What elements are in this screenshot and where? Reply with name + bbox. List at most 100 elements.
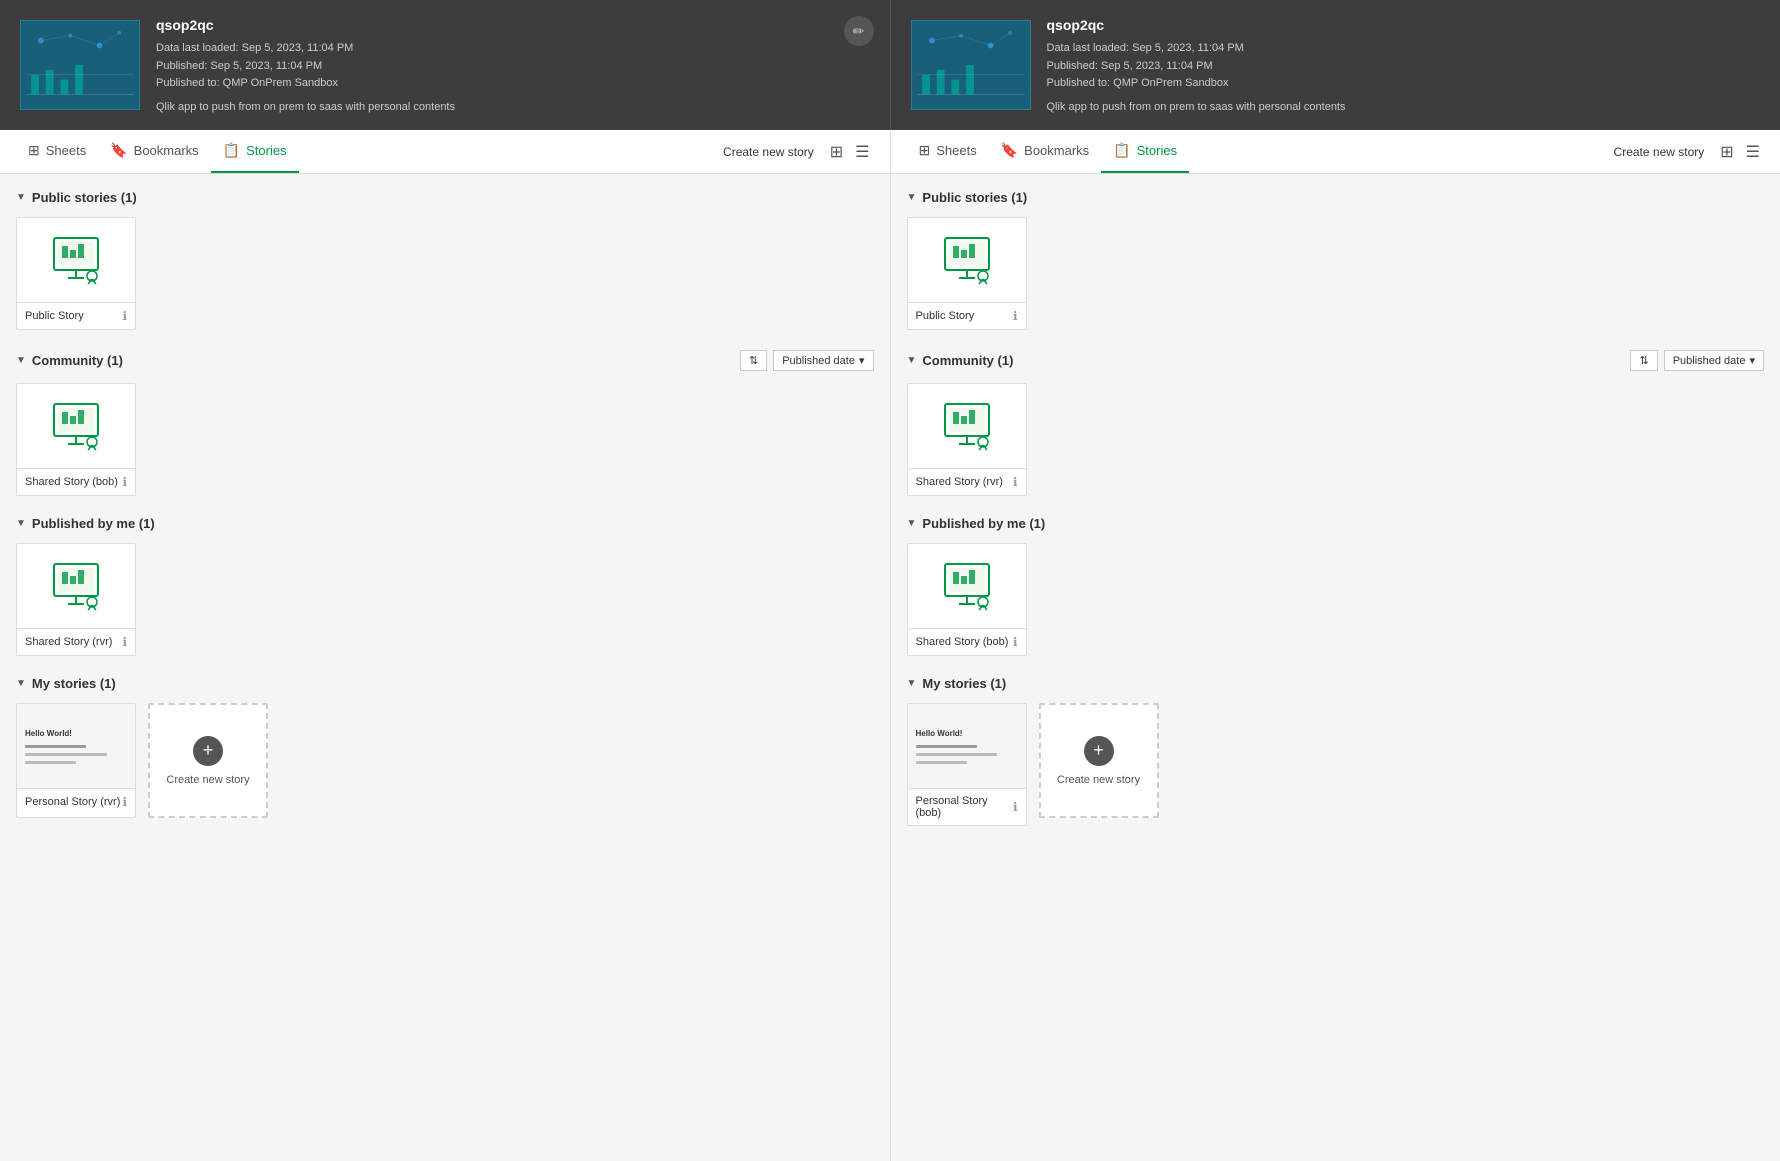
bookmarks-tab-icon: 🔖 (1001, 142, 1018, 159)
stories-tab-icon: 📋 (1113, 142, 1130, 159)
top-panel-left: qsop2qc Data last loaded: Sep 5, 2023, 1… (0, 0, 890, 130)
personal-thumb-line3 (916, 761, 967, 764)
story-presentation-icon (937, 230, 997, 290)
content-area: ▼Public stories (1) Public Story ℹ ▼ Commun… (0, 174, 890, 1161)
section-my-stories: ▼My stories (1) Hello World! Personal St… (907, 676, 1765, 826)
sort-date-button[interactable]: Published date ▾ (773, 350, 873, 371)
section-title-label: Community (1) (32, 353, 123, 368)
stories-tab-label: Stories (1137, 143, 1177, 158)
tab-sheets[interactable]: ⊞Sheets (16, 130, 98, 173)
story-card-thumbnail (17, 384, 135, 469)
view-toggle: ⊞ ☰ (826, 140, 874, 164)
story-info-icon[interactable]: ℹ (122, 635, 127, 649)
personal-thumb-line1 (916, 745, 977, 748)
story-card[interactable]: Public Story ℹ (16, 217, 136, 330)
story-info-icon[interactable]: ℹ (122, 795, 127, 809)
tab-bookmarks[interactable]: 🔖Bookmarks (98, 130, 210, 173)
story-card[interactable]: Shared Story (bob) ℹ (16, 383, 136, 496)
story-label-text: Personal Story (rvr) (25, 796, 120, 808)
section-public-stories: ▼Public stories (1) Public Storyℹ (907, 190, 1765, 330)
tab-sheets[interactable]: ⊞Sheets (907, 130, 989, 173)
story-presentation-icon (937, 396, 997, 456)
section-title[interactable]: ▼Public stories (1) (907, 190, 1028, 205)
section-title-label: Community (1) (922, 353, 1013, 368)
list-view-button[interactable]: ☰ (1742, 140, 1764, 164)
story-info-icon[interactable]: ℹ (122, 309, 127, 323)
story-card-thumbnail (908, 544, 1026, 629)
story-card[interactable]: Shared Story (bob) ℹ (907, 543, 1027, 656)
stories-grid: Shared Story (rvr)ℹ (907, 383, 1765, 496)
section-title[interactable]: ▼Community (1) (907, 353, 1014, 368)
bookmarks-tab-icon: 🔖 (110, 142, 127, 159)
section-header: ▼Community (1) ⇅ Published date ▾ (907, 350, 1765, 371)
section-title[interactable]: ▼Public stories (1) (16, 190, 137, 205)
grid-view-button[interactable]: ⊞ (1716, 140, 1737, 164)
create-story-card[interactable]: + Create new story (148, 703, 268, 818)
edit-button[interactable]: ✏ (844, 16, 874, 46)
app-data-loaded: Data last loaded: Sep 5, 2023, 11:04 PM (1047, 40, 1346, 58)
sheets-tab-label: Sheets (936, 143, 976, 158)
tab-stories[interactable]: 📋 Stories (1101, 130, 1189, 173)
story-card-label: Shared Story (rvr)ℹ (17, 629, 135, 655)
sheets-tab-icon: ⊞ (28, 142, 40, 159)
section-community: ▼Community (1) ⇅ Published date ▾ Sha (907, 350, 1765, 496)
create-story-button[interactable]: Create new story (1614, 145, 1705, 159)
sort-controls: ⇅ Published date ▾ (740, 350, 874, 371)
app-info: qsop2qc Data last loaded: Sep 5, 2023, 1… (1047, 14, 1346, 117)
story-info-icon[interactable]: ℹ (1013, 635, 1018, 649)
story-card[interactable]: Hello World! Personal Story (bob)ℹ (907, 703, 1027, 826)
section-title-label: Published by me (1) (922, 516, 1045, 531)
story-card-thumbnail: Hello World! (908, 704, 1026, 789)
story-card[interactable]: Shared Story (rvr)ℹ (907, 383, 1027, 496)
stories-tab-label: Stories (246, 143, 286, 158)
section-published-by-me: ▼Published by me (1) Shared Story (rvr)ℹ (16, 516, 874, 656)
section-public-stories: ▼Public stories (1) Public Story ℹ (16, 190, 874, 330)
app-published-to: Published to: QMP OnPrem Sandbox (156, 75, 455, 93)
chevron-down-icon: ▼ (16, 355, 26, 366)
story-presentation-icon (46, 556, 106, 616)
create-story-card[interactable]: + Create new story (1039, 703, 1159, 818)
tab-bookmarks[interactable]: 🔖Bookmarks (989, 130, 1101, 173)
story-card-thumbnail (17, 218, 135, 303)
main-area: ⊞Sheets🔖Bookmarks📋StoriesCreate new stor… (0, 130, 1780, 1161)
app-thumbnail (911, 20, 1031, 110)
story-label-text: Shared Story (bob) (916, 636, 1009, 648)
list-view-button[interactable]: ☰ (851, 140, 873, 164)
section-header: ▼ Published by me (1) (907, 516, 1765, 531)
create-story-button[interactable]: Create new story (723, 145, 814, 159)
section-published-by-me: ▼ Published by me (1) Shared Story (bob) ℹ (907, 516, 1765, 656)
story-card-label: Personal Story (rvr)ℹ (17, 789, 135, 815)
sort-icon-button[interactable]: ⇅ (1630, 350, 1657, 371)
chevron-down-icon: ▼ (16, 192, 26, 203)
section-title[interactable]: ▼My stories (1) (907, 676, 1007, 691)
chevron-down-icon: ▼ (907, 518, 917, 529)
stories-grid: Public Storyℹ (907, 217, 1765, 330)
sort-chevron-icon: ▾ (859, 354, 865, 367)
chevron-down-icon: ▼ (16, 518, 26, 529)
section-title[interactable]: ▼ Published by me (1) (907, 516, 1046, 531)
story-card-label: Shared Story (bob) ℹ (908, 629, 1026, 655)
section-my-stories: ▼My stories (1) Hello World! Personal St… (16, 676, 874, 818)
section-title[interactable]: ▼Published by me (1) (16, 516, 155, 531)
story-label-text: Shared Story (bob) (25, 476, 118, 488)
section-title-label: Public stories (1) (922, 190, 1027, 205)
app-published-to: Published to: QMP OnPrem Sandbox (1047, 75, 1346, 93)
story-card[interactable]: Hello World! Personal Story (rvr)ℹ (16, 703, 136, 818)
tab-stories[interactable]: 📋Stories (211, 130, 299, 173)
sort-date-button[interactable]: Published date ▾ (1664, 350, 1764, 371)
personal-thumb-line1 (25, 745, 86, 748)
tabs-bar: ⊞Sheets🔖Bookmarks📋StoriesCreate new stor… (891, 130, 1780, 174)
app-info: qsop2qc Data last loaded: Sep 5, 2023, 1… (156, 14, 455, 117)
story-card[interactable]: Public Storyℹ (907, 217, 1027, 330)
story-info-icon[interactable]: ℹ (1013, 475, 1018, 489)
sort-icon-button[interactable]: ⇅ (740, 350, 767, 371)
story-card[interactable]: Shared Story (rvr)ℹ (16, 543, 136, 656)
story-info-icon[interactable]: ℹ (1013, 309, 1018, 323)
grid-view-button[interactable]: ⊞ (826, 140, 847, 164)
story-info-icon[interactable]: ℹ (122, 475, 127, 489)
panel-right: ⊞Sheets🔖Bookmarks📋StoriesCreate new stor… (890, 130, 1780, 1161)
section-title[interactable]: ▼My stories (1) (16, 676, 116, 691)
story-label-text: Public Story (25, 310, 84, 322)
section-title[interactable]: ▼ Community (1) (16, 353, 123, 368)
story-info-icon[interactable]: ℹ (1013, 800, 1018, 814)
